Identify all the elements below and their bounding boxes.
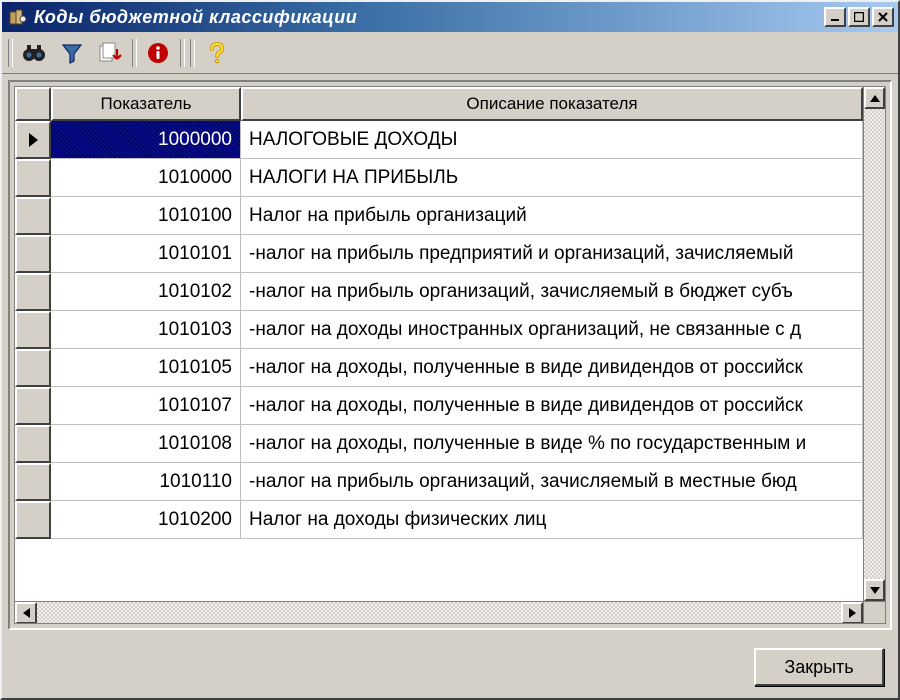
cell-desc[interactable]: -налог на прибыль организаций, зачисляем…: [241, 463, 863, 501]
cell-code[interactable]: 1010000: [51, 159, 241, 197]
header-stub: [15, 87, 51, 121]
row-indicator: [15, 273, 51, 311]
cell-desc[interactable]: НАЛОГИ НА ПРИБЫЛЬ: [241, 159, 863, 197]
cell-desc[interactable]: -налог на доходы иностранных организаций…: [241, 311, 863, 349]
help-icon: [204, 41, 228, 65]
binoculars-icon: [21, 41, 47, 65]
row-indicator: [15, 425, 51, 463]
toolbar: [2, 32, 898, 74]
scroll-corner: [864, 601, 885, 623]
toolbar-separator: [178, 37, 186, 69]
export-button[interactable]: [92, 36, 128, 70]
app-window: Коды бюджетной классификации: [0, 0, 900, 700]
cell-code[interactable]: 1010103: [51, 311, 241, 349]
cell-desc[interactable]: -налог на доходы, полученные в виде диви…: [241, 387, 863, 425]
row-indicator: [15, 501, 51, 539]
table-row[interactable]: 1010105-налог на доходы, полученные в ви…: [15, 349, 863, 387]
window-title: Коды бюджетной классификации: [34, 7, 824, 28]
minimize-button[interactable]: [824, 7, 846, 27]
horizontal-scrollbar[interactable]: [15, 601, 863, 623]
table-row[interactable]: 1010100Налог на прибыль организаций: [15, 197, 863, 235]
row-indicator: [15, 197, 51, 235]
info-icon: [146, 41, 170, 65]
row-indicator: [15, 311, 51, 349]
row-indicator: [15, 159, 51, 197]
data-grid[interactable]: Показатель Описание показателя 1000000НА…: [14, 86, 886, 624]
cell-code[interactable]: 1010102: [51, 273, 241, 311]
row-indicator: [15, 463, 51, 501]
table-row[interactable]: 1010107-налог на доходы, полученные в ви…: [15, 387, 863, 425]
table-row[interactable]: 1010101-налог на прибыль предприятий и о…: [15, 235, 863, 273]
scroll-left-button[interactable]: [15, 602, 37, 623]
current-row-marker-icon: [29, 133, 38, 147]
cell-desc[interactable]: -налог на доходы, полученные в виде диви…: [241, 349, 863, 387]
find-button[interactable]: [16, 36, 52, 70]
scroll-up-button[interactable]: [864, 87, 885, 109]
grid-body[interactable]: 1000000НАЛОГОВЫЕ ДОХОДЫ1010000НАЛОГИ НА …: [15, 121, 863, 601]
row-indicator: [15, 235, 51, 273]
table-row[interactable]: 1010108-налог на доходы, полученные в ви…: [15, 425, 863, 463]
scroll-track[interactable]: [864, 109, 885, 579]
cell-code[interactable]: 1010108: [51, 425, 241, 463]
cell-desc[interactable]: Налог на прибыль организаций: [241, 197, 863, 235]
table-row[interactable]: 1010103-налог на доходы иностранных орга…: [15, 311, 863, 349]
cell-desc[interactable]: -налог на доходы, полученные в виде % по…: [241, 425, 863, 463]
title-buttons: [824, 7, 894, 27]
export-icon: [97, 41, 123, 65]
scroll-down-button[interactable]: [864, 579, 885, 601]
table-row[interactable]: 1010000НАЛОГИ НА ПРИБЫЛЬ: [15, 159, 863, 197]
scroll-track[interactable]: [37, 602, 841, 623]
help-button[interactable]: [198, 36, 234, 70]
cell-code[interactable]: 1010105: [51, 349, 241, 387]
cell-code[interactable]: 1010200: [51, 501, 241, 539]
close-button[interactable]: Закрыть: [754, 648, 884, 686]
maximize-button[interactable]: [848, 7, 870, 27]
table-row[interactable]: 1010102-налог на прибыль организаций, за…: [15, 273, 863, 311]
cell-code[interactable]: 1010101: [51, 235, 241, 273]
filter-button[interactable]: [54, 36, 90, 70]
cell-code[interactable]: 1010107: [51, 387, 241, 425]
cell-desc[interactable]: Налог на доходы физических лиц: [241, 501, 863, 539]
bottom-bar: Закрыть: [2, 636, 898, 698]
header-code[interactable]: Показатель: [51, 87, 241, 121]
grid-header: Показатель Описание показателя: [15, 87, 863, 121]
row-indicator: [15, 349, 51, 387]
toolbar-separator: [130, 37, 138, 69]
toolbar-grip: [188, 37, 196, 69]
row-indicator: [15, 121, 51, 159]
table-row[interactable]: 1010200Налог на доходы физических лиц: [15, 501, 863, 539]
header-desc[interactable]: Описание показателя: [241, 87, 863, 121]
app-icon: [8, 8, 28, 26]
cell-desc[interactable]: -налог на прибыль организаций, зачисляем…: [241, 273, 863, 311]
content-frame: Показатель Описание показателя 1000000НА…: [8, 80, 892, 630]
filter-icon: [60, 41, 84, 65]
cell-code[interactable]: 1000000: [51, 121, 241, 159]
info-button[interactable]: [140, 36, 176, 70]
table-row[interactable]: 1000000НАЛОГОВЫЕ ДОХОДЫ: [15, 121, 863, 159]
table-row[interactable]: 1010110-налог на прибыль организаций, за…: [15, 463, 863, 501]
vertical-scrollbar[interactable]: [863, 87, 885, 623]
row-indicator: [15, 387, 51, 425]
toolbar-grip: [6, 37, 14, 69]
cell-desc[interactable]: НАЛОГОВЫЕ ДОХОДЫ: [241, 121, 863, 159]
titlebar[interactable]: Коды бюджетной классификации: [2, 2, 898, 32]
close-window-button[interactable]: [872, 7, 894, 27]
cell-code[interactable]: 1010100: [51, 197, 241, 235]
cell-desc[interactable]: -налог на прибыль предприятий и организа…: [241, 235, 863, 273]
cell-code[interactable]: 1010110: [51, 463, 241, 501]
scroll-right-button[interactable]: [841, 602, 863, 623]
